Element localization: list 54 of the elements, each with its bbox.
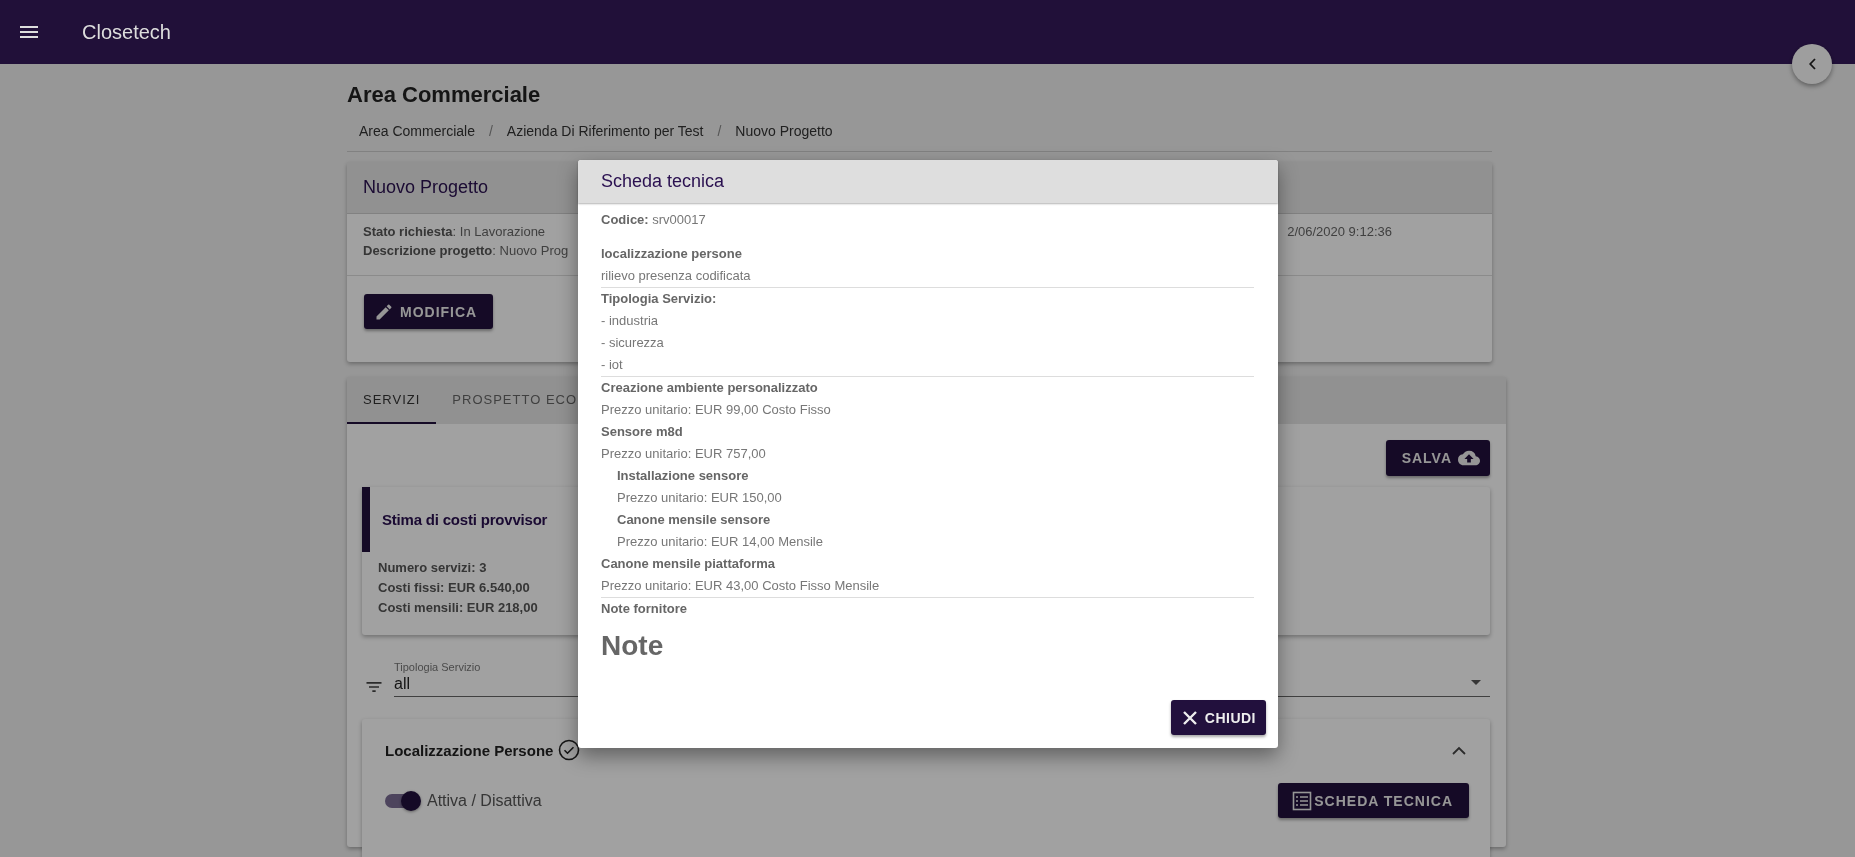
app-title: Closetech (82, 20, 171, 44)
pencil-icon (374, 301, 394, 322)
item-detail: - sicurezza (601, 334, 665, 352)
item-heading: Installazione sensore (617, 467, 750, 485)
breadcrumb-link[interactable]: Azienda Di Riferimento per Test (506, 123, 704, 139)
item-heading: Tipologia Servizio: (601, 290, 718, 308)
field-label: Tipologia Servizio (394, 661, 481, 673)
tab[interactable]: SERVIZI (347, 377, 437, 424)
technical-sheet-button[interactable]: SCHEDA TECNICA (1278, 783, 1469, 818)
check-circle-icon (558, 739, 581, 761)
item-heading: Sensore m8d (601, 423, 684, 441)
item-detail: Prezzo unitario: EUR 43,00 Costo Fisso Mensile (601, 577, 881, 595)
field-value: all (394, 675, 411, 693)
service-title: Localizzazione Persone (385, 741, 554, 759)
item-detail: Prezzo unitario: EUR 757,00 (601, 445, 767, 463)
dropdown-caret-icon (1471, 680, 1481, 685)
item-detail: Prezzo unitario: EUR 150,00 (617, 489, 783, 507)
notes-text: Note (601, 629, 665, 663)
accent-bar (362, 487, 370, 552)
page-title: Area Commerciale (347, 81, 542, 109)
chevron-left-icon (1808, 58, 1816, 70)
estimate-title: Stima di costi provvisor (382, 511, 548, 528)
item-heading: Creazione ambiente personalizzato (601, 379, 819, 397)
edit-button[interactable]: MODIFICA (364, 294, 494, 329)
estimate-line: Costi mensili: EUR 218,00 (378, 600, 538, 615)
item-detail: - industria (601, 312, 660, 330)
dialog-title: Scheda tecnica (578, 160, 1278, 203)
toggle-switch[interactable] (385, 793, 419, 808)
close-button[interactable]: CHIUDI (1170, 700, 1266, 735)
save-button[interactable]: SALVA (1385, 440, 1490, 476)
estimate-line: Costi fissi: EUR 6.540,00 (378, 580, 530, 595)
item-heading: Note fornitore (601, 600, 688, 618)
back-button[interactable] (1792, 44, 1832, 84)
breadcrumb-link[interactable]: Nuovo Progetto (735, 123, 833, 139)
item-heading: localizzazione persone (601, 245, 743, 263)
estimate-line: Numero servizi: 3 (378, 560, 487, 575)
close-icon (1181, 709, 1198, 726)
item-heading: Canone mensile sensore (617, 511, 772, 529)
service-code: Codice: srv00017 (601, 211, 707, 229)
date-text: 2/06/2020 9:12:36 (1287, 224, 1392, 241)
project-field: Descrizione progetto: Nuovo Prog (363, 243, 569, 258)
breadcrumb-separator: / (488, 123, 493, 139)
item-heading: Canone mensile piattaforma (601, 555, 777, 573)
tab[interactable]: PROSPETTO ECO (436, 377, 578, 424)
item-detail: rilievo presenza codificata (601, 267, 752, 285)
breadcrumb-link[interactable]: Area Commerciale (359, 123, 475, 139)
item-detail: - iot (601, 356, 624, 374)
breadcrumb-separator: / (717, 123, 722, 139)
project-field: Stato richiesta: In Lavorazione (363, 224, 569, 239)
item-detail: Prezzo unitario: EUR 99,00 Costo Fisso (601, 401, 832, 419)
toggle-label: Attiva / Disattiva (427, 791, 542, 810)
item-detail: Prezzo unitario: EUR 14,00 Mensile (617, 533, 824, 551)
chevron-up-icon[interactable] (1452, 745, 1466, 755)
list-icon (1292, 790, 1313, 811)
